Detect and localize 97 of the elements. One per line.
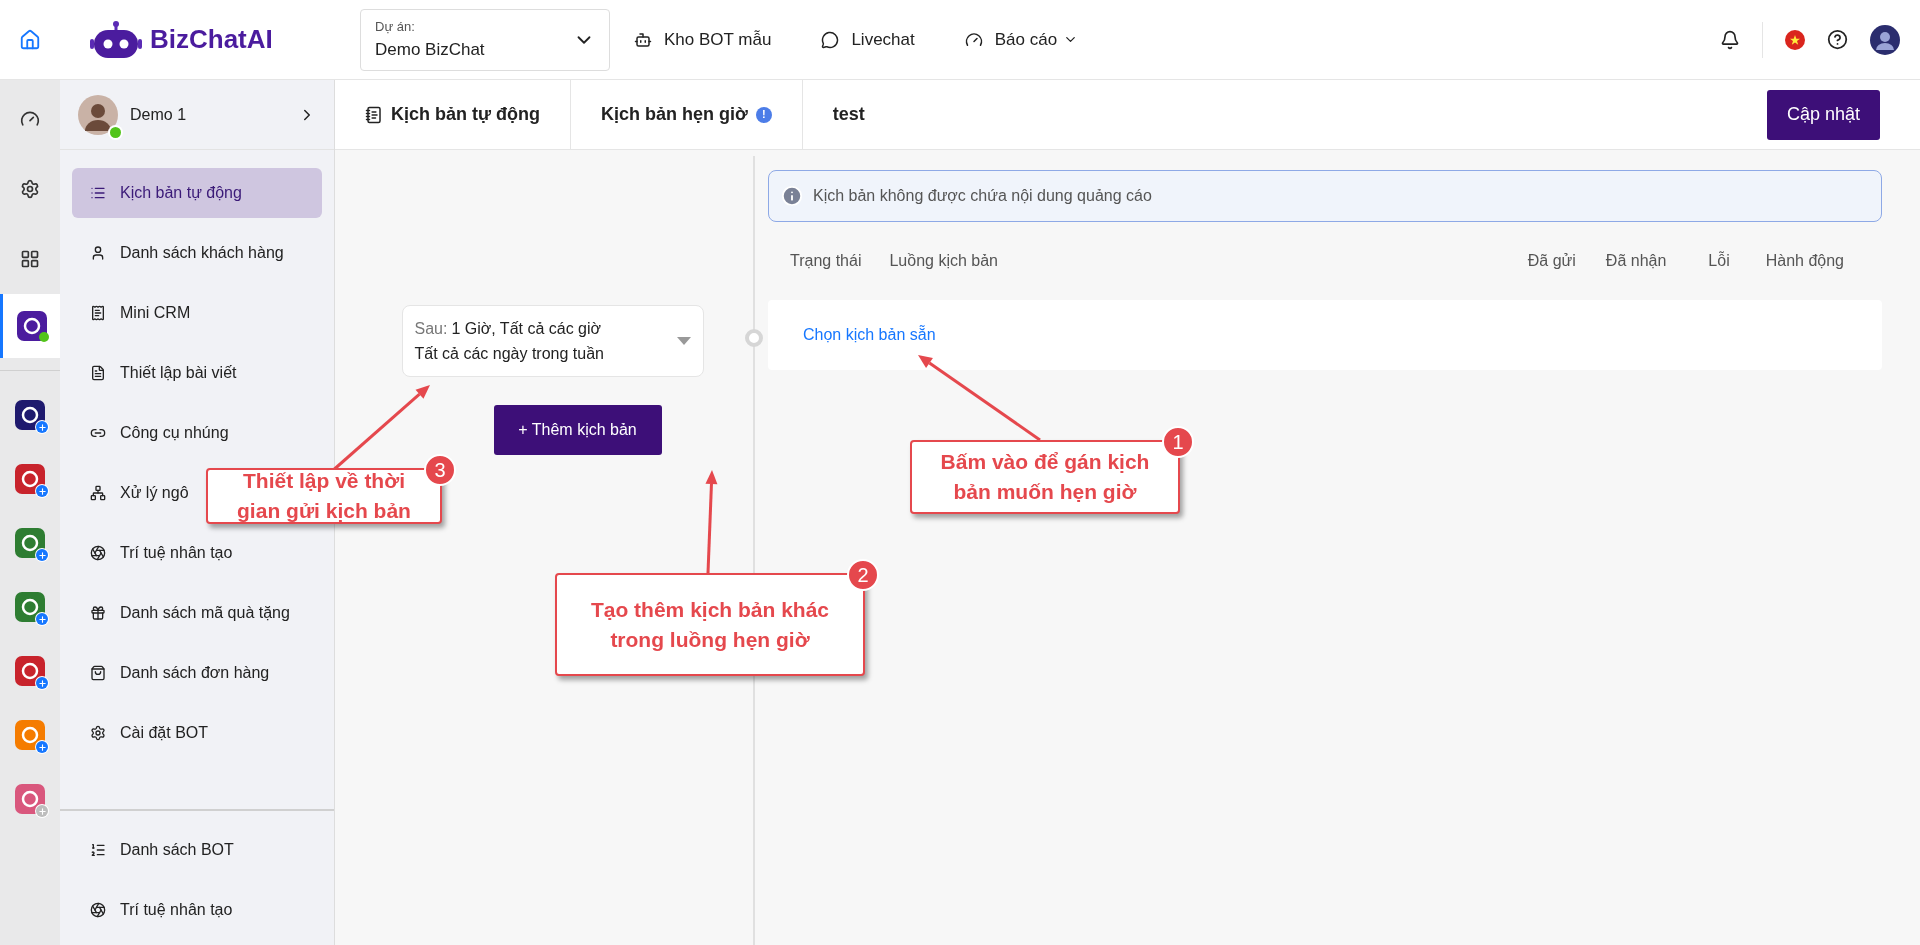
- column-header: Trạng thái: [790, 251, 862, 271]
- menu-item[interactable]: Danh sách khách hàng: [72, 228, 286, 278]
- menu-label: Danh sách BOT: [120, 840, 234, 860]
- gift-icon: [90, 605, 106, 621]
- plus-badge: [36, 613, 48, 625]
- robot-logo-icon: [90, 19, 142, 60]
- plus-badge: [36, 805, 48, 817]
- logo-text: BizChatAI: [150, 23, 273, 56]
- callout-number: 2: [847, 559, 879, 591]
- update-button[interactable]: Cập nhật: [1766, 89, 1880, 140]
- schedule-value: 1 Giờ, Tất cả các giờ: [451, 319, 602, 339]
- receipt-icon: [90, 305, 106, 321]
- menu-label: Danh sách đơn hàng: [120, 663, 270, 683]
- menu-item[interactable]: Xử lý ngô: [72, 468, 191, 518]
- settings-icon: [90, 725, 106, 741]
- avatar-icon[interactable]: [1870, 24, 1900, 55]
- bell-icon[interactable]: [1720, 29, 1740, 50]
- avatar: [78, 94, 118, 135]
- menu-item[interactable]: Thiết lập bài viết: [72, 348, 239, 398]
- breadcrumb-label: test: [832, 103, 865, 126]
- breadcrumb-item[interactable]: test: [802, 80, 895, 149]
- menu-label: Thiết lập bài viết: [120, 363, 237, 383]
- settings-icon: [20, 179, 40, 199]
- breadcrumb-item[interactable]: Kịch bản tự động: [335, 80, 572, 149]
- list-icon: [90, 185, 106, 201]
- callout-text: Bấm vào để gán kịch bản muốn hẹn giờ: [939, 449, 1151, 505]
- notice-text: Kịch bản không được chứa nội dung quảng cáo: [813, 186, 1152, 206]
- nav-label: Livechat: [851, 28, 915, 51]
- schedule-days: Tất cả các ngày trong tuần: [414, 341, 604, 366]
- menu-label: Danh sách khách hàng: [120, 243, 284, 263]
- nav-link[interactable]: Báo cáo: [964, 26, 1079, 53]
- project-value: Demo BizChat: [375, 38, 485, 61]
- project-label: Dự án:: [375, 18, 416, 36]
- column-header: Lỗi: [1708, 250, 1730, 271]
- info-icon: [781, 185, 803, 207]
- flag-icon[interactable]: [1785, 29, 1805, 50]
- gauge-icon: [964, 30, 983, 49]
- help-icon[interactable]: [1827, 29, 1848, 50]
- callout-number: 3: [424, 454, 456, 486]
- callout-text: Tạo thêm kịch bản khác trong luồng hẹn giờ: [589, 596, 831, 653]
- menu-item[interactable]: Cài đặt BOT: [72, 708, 211, 758]
- column-header: Đã nhận: [1605, 251, 1667, 271]
- menu-label: Danh sách mã quà tặng: [120, 603, 290, 623]
- schedule-select[interactable]: Sau: 1 Giờ, Tất cả các giờ Tất cả các ngày trong tuần: [401, 305, 704, 377]
- menu-item[interactable]: Trí tuệ nhân tạo: [72, 885, 235, 935]
- add-script-button[interactable]: + Thêm kịch bản: [493, 405, 662, 455]
- robot-icon: [634, 30, 652, 49]
- choose-script-link[interactable]: Chọn kịch bản sẵn: [803, 323, 936, 347]
- menu-label: Trí tuệ nhân tạo: [120, 900, 233, 920]
- aperture-icon: [90, 902, 106, 918]
- menu-label: Trí tuệ nhân tạo: [120, 543, 233, 563]
- plus-badge: [36, 677, 48, 689]
- breadcrumb-item[interactable]: Kịch bản hẹn giờ !: [571, 80, 803, 149]
- breadcrumb-label: Kịch bản tự động: [391, 103, 541, 126]
- network-icon: [90, 485, 106, 501]
- column-header: Luồng kịch bản: [889, 251, 998, 271]
- account-switcher[interactable]: Demo 1: [60, 80, 334, 150]
- user-icon: [90, 245, 106, 261]
- list-icon: [90, 842, 106, 858]
- nav-label: Báo cáo: [994, 28, 1058, 51]
- menu-item[interactable]: Mini CRM: [72, 288, 193, 338]
- menu-item[interactable]: Kịch bản tự động: [72, 168, 322, 218]
- schedule-prefix: Sau:: [414, 319, 448, 339]
- home-icon[interactable]: [19, 28, 41, 51]
- gauge-icon: [20, 109, 40, 129]
- nav-link[interactable]: Livechat: [821, 26, 915, 53]
- nav-label: Kho BOT mẫu: [664, 28, 772, 51]
- callout-number: 1: [1162, 426, 1194, 458]
- nav-link[interactable]: Kho BOT mẫu: [634, 26, 772, 53]
- account-name: Demo 1: [130, 104, 187, 125]
- project-select[interactable]: Dự án: Demo BizChat: [360, 8, 610, 71]
- menu-item[interactable]: Trí tuệ nhân tạo: [72, 528, 235, 578]
- chat-icon: [821, 30, 840, 49]
- menu-label: Xử lý ngô: [120, 483, 189, 503]
- menu-item[interactable]: Danh sách mã quà tặng: [72, 588, 292, 638]
- column-header: Hành động: [1765, 251, 1844, 271]
- column-header: Đã gửi: [1527, 251, 1576, 271]
- menu-item[interactable]: Danh sách đơn hàng: [72, 648, 272, 698]
- plus-badge: [36, 421, 48, 433]
- document-icon: [90, 365, 106, 381]
- info-badge: !: [755, 106, 772, 123]
- menu-item[interactable]: Danh sách BOT: [72, 825, 236, 875]
- menu-label: Công cụ nhúng: [120, 423, 229, 443]
- app-tile[interactable]: [0, 294, 60, 358]
- plus-badge: [36, 549, 48, 561]
- callout-text: Thiết lập về thời gian gửi kịch bản: [236, 468, 412, 524]
- plus-badge: [36, 741, 48, 753]
- grid-icon: [20, 249, 40, 269]
- plus-badge: [36, 485, 48, 497]
- bag-icon: [90, 665, 106, 681]
- menu-label: Kịch bản tự động: [120, 183, 242, 203]
- menu-label: Mini CRM: [120, 303, 191, 323]
- menu-item[interactable]: Công cụ nhúng: [72, 408, 231, 458]
- menu-label: Cài đặt BOT: [120, 723, 209, 743]
- breadcrumb-label: Kịch bản hẹn giờ: [601, 103, 748, 126]
- aperture-icon: [90, 545, 106, 561]
- caret-down-icon: [676, 337, 691, 345]
